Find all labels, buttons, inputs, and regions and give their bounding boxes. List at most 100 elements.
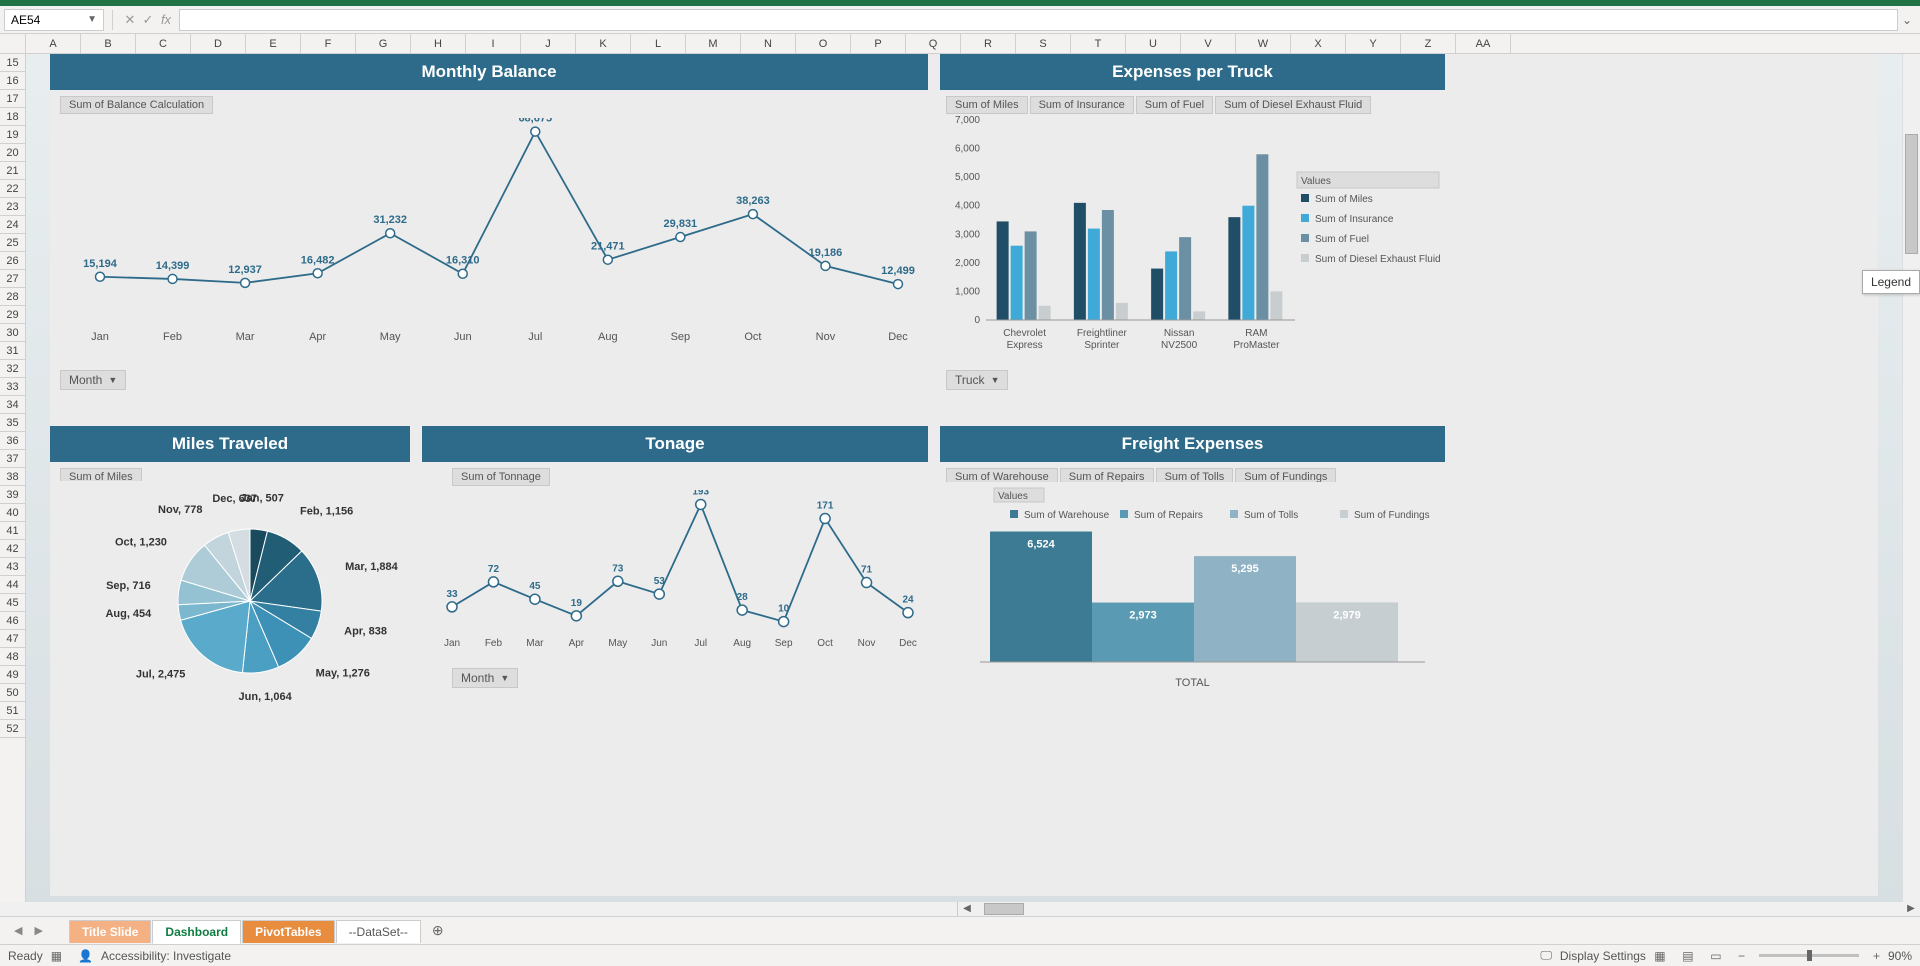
row-header[interactable]: 43 bbox=[0, 558, 25, 576]
tab-dataset[interactable]: --DataSet-- bbox=[336, 920, 421, 943]
row-header[interactable]: 49 bbox=[0, 666, 25, 684]
column-header[interactable]: K bbox=[576, 34, 631, 53]
macro-record-icon[interactable]: ▦ bbox=[43, 949, 70, 963]
row-header[interactable]: 46 bbox=[0, 612, 25, 630]
zoom-slider[interactable] bbox=[1759, 954, 1859, 957]
row-header[interactable]: 39 bbox=[0, 486, 25, 504]
expand-formula-bar-icon[interactable]: ⌄ bbox=[1898, 13, 1916, 27]
row-header[interactable]: 35 bbox=[0, 414, 25, 432]
column-header[interactable]: D bbox=[191, 34, 246, 53]
row-header[interactable]: 27 bbox=[0, 270, 25, 288]
column-header[interactable]: M bbox=[686, 34, 741, 53]
row-header[interactable]: 33 bbox=[0, 378, 25, 396]
column-header[interactable]: Q bbox=[906, 34, 961, 53]
row-header[interactable]: 21 bbox=[0, 162, 25, 180]
row-header[interactable]: 50 bbox=[0, 684, 25, 702]
scroll-right-icon[interactable]: ▶ bbox=[1902, 902, 1920, 916]
row-header[interactable]: 37 bbox=[0, 450, 25, 468]
column-header[interactable]: Y bbox=[1346, 34, 1401, 53]
row-header[interactable]: 51 bbox=[0, 702, 25, 720]
chip[interactable]: Sum of Diesel Exhaust Fluid bbox=[1215, 96, 1371, 114]
chip[interactable]: Sum of Insurance bbox=[1030, 96, 1134, 114]
view-page-break-icon[interactable]: ▭ bbox=[1702, 949, 1730, 963]
add-sheet-icon[interactable]: ⊕ bbox=[422, 922, 454, 939]
tab-nav-prev-icon[interactable]: ◀ bbox=[8, 924, 28, 937]
zoom-level[interactable]: 90% bbox=[1888, 949, 1912, 963]
column-header[interactable]: U bbox=[1126, 34, 1181, 53]
view-normal-icon[interactable]: ▦ bbox=[1646, 949, 1674, 963]
column-header[interactable]: S bbox=[1016, 34, 1071, 53]
scroll-left-icon[interactable]: ◀ bbox=[958, 902, 976, 916]
row-header[interactable]: 30 bbox=[0, 324, 25, 342]
column-header[interactable]: T bbox=[1071, 34, 1126, 53]
fx-icon[interactable]: fx bbox=[157, 12, 175, 27]
row-header[interactable]: 17 bbox=[0, 90, 25, 108]
column-header[interactable]: AA bbox=[1456, 34, 1511, 53]
chevron-down-icon[interactable]: ▼ bbox=[87, 14, 97, 25]
name-box[interactable]: AE54 ▼ bbox=[4, 9, 104, 31]
column-header[interactable]: C bbox=[136, 34, 191, 53]
chip[interactable]: Sum of Miles bbox=[946, 96, 1028, 114]
column-header[interactable]: H bbox=[411, 34, 466, 53]
select-all-corner[interactable] bbox=[0, 34, 26, 54]
column-header[interactable]: O bbox=[796, 34, 851, 53]
column-header[interactable]: J bbox=[521, 34, 576, 53]
row-header[interactable]: 25 bbox=[0, 234, 25, 252]
column-header[interactable]: F bbox=[301, 34, 356, 53]
row-header[interactable]: 45 bbox=[0, 594, 25, 612]
horizontal-scrollbar[interactable] bbox=[976, 902, 1902, 916]
accessibility-icon[interactable]: 👤 bbox=[70, 949, 101, 963]
chip[interactable]: Sum of Fuel bbox=[1136, 96, 1213, 114]
column-header[interactable]: L bbox=[631, 34, 686, 53]
column-header[interactable]: G bbox=[356, 34, 411, 53]
row-header[interactable]: 42 bbox=[0, 540, 25, 558]
display-settings-icon[interactable]: 🖵 bbox=[1532, 948, 1560, 963]
tab-dashboard[interactable]: Dashboard bbox=[152, 920, 241, 944]
column-header[interactable]: P bbox=[851, 34, 906, 53]
row-header[interactable]: 48 bbox=[0, 648, 25, 666]
column-header[interactable]: B bbox=[81, 34, 136, 53]
row-header[interactable]: 22 bbox=[0, 180, 25, 198]
cancel-formula-icon[interactable]: ✕ bbox=[121, 12, 139, 28]
column-header[interactable]: X bbox=[1291, 34, 1346, 53]
row-header[interactable]: 47 bbox=[0, 630, 25, 648]
row-header[interactable]: 16 bbox=[0, 72, 25, 90]
status-display-settings[interactable]: Display Settings bbox=[1560, 949, 1646, 963]
row-header[interactable]: 18 bbox=[0, 108, 25, 126]
filter-month[interactable]: Month▼ bbox=[60, 370, 126, 390]
column-header[interactable]: I bbox=[466, 34, 521, 53]
row-header[interactable]: 15 bbox=[0, 54, 25, 72]
row-header[interactable]: 41 bbox=[0, 522, 25, 540]
tab-pivottables[interactable]: PivotTables bbox=[242, 920, 334, 943]
row-header[interactable]: 29 bbox=[0, 306, 25, 324]
row-header[interactable]: 40 bbox=[0, 504, 25, 522]
row-header[interactable]: 28 bbox=[0, 288, 25, 306]
column-header[interactable]: N bbox=[741, 34, 796, 53]
row-header[interactable]: 32 bbox=[0, 360, 25, 378]
chip-balance[interactable]: Sum of Balance Calculation bbox=[60, 96, 213, 114]
vertical-scrollbar[interactable] bbox=[1902, 54, 1920, 902]
row-header[interactable]: 26 bbox=[0, 252, 25, 270]
formula-input[interactable] bbox=[179, 9, 1898, 31]
tab-title-slide[interactable]: Title Slide bbox=[69, 920, 151, 943]
confirm-formula-icon[interactable]: ✓ bbox=[139, 12, 157, 28]
column-header[interactable]: V bbox=[1181, 34, 1236, 53]
row-header[interactable]: 44 bbox=[0, 576, 25, 594]
column-header[interactable]: E bbox=[246, 34, 301, 53]
column-header[interactable]: A bbox=[26, 34, 81, 53]
row-header[interactable]: 24 bbox=[0, 216, 25, 234]
view-page-layout-icon[interactable]: ▤ bbox=[1674, 949, 1702, 963]
row-header[interactable]: 36 bbox=[0, 432, 25, 450]
tab-nav-next-icon[interactable]: ▶ bbox=[28, 924, 48, 937]
column-header[interactable]: Z bbox=[1401, 34, 1456, 53]
row-header[interactable]: 20 bbox=[0, 144, 25, 162]
row-header[interactable]: 52 bbox=[0, 720, 25, 738]
row-header[interactable]: 34 bbox=[0, 396, 25, 414]
row-header[interactable]: 38 bbox=[0, 468, 25, 486]
row-header[interactable]: 23 bbox=[0, 198, 25, 216]
filter-tonage-month[interactable]: Month▼ bbox=[452, 668, 518, 688]
row-header[interactable]: 19 bbox=[0, 126, 25, 144]
zoom-out-icon[interactable]: − bbox=[1730, 949, 1753, 963]
column-header[interactable]: R bbox=[961, 34, 1016, 53]
zoom-in-icon[interactable]: + bbox=[1865, 949, 1888, 963]
